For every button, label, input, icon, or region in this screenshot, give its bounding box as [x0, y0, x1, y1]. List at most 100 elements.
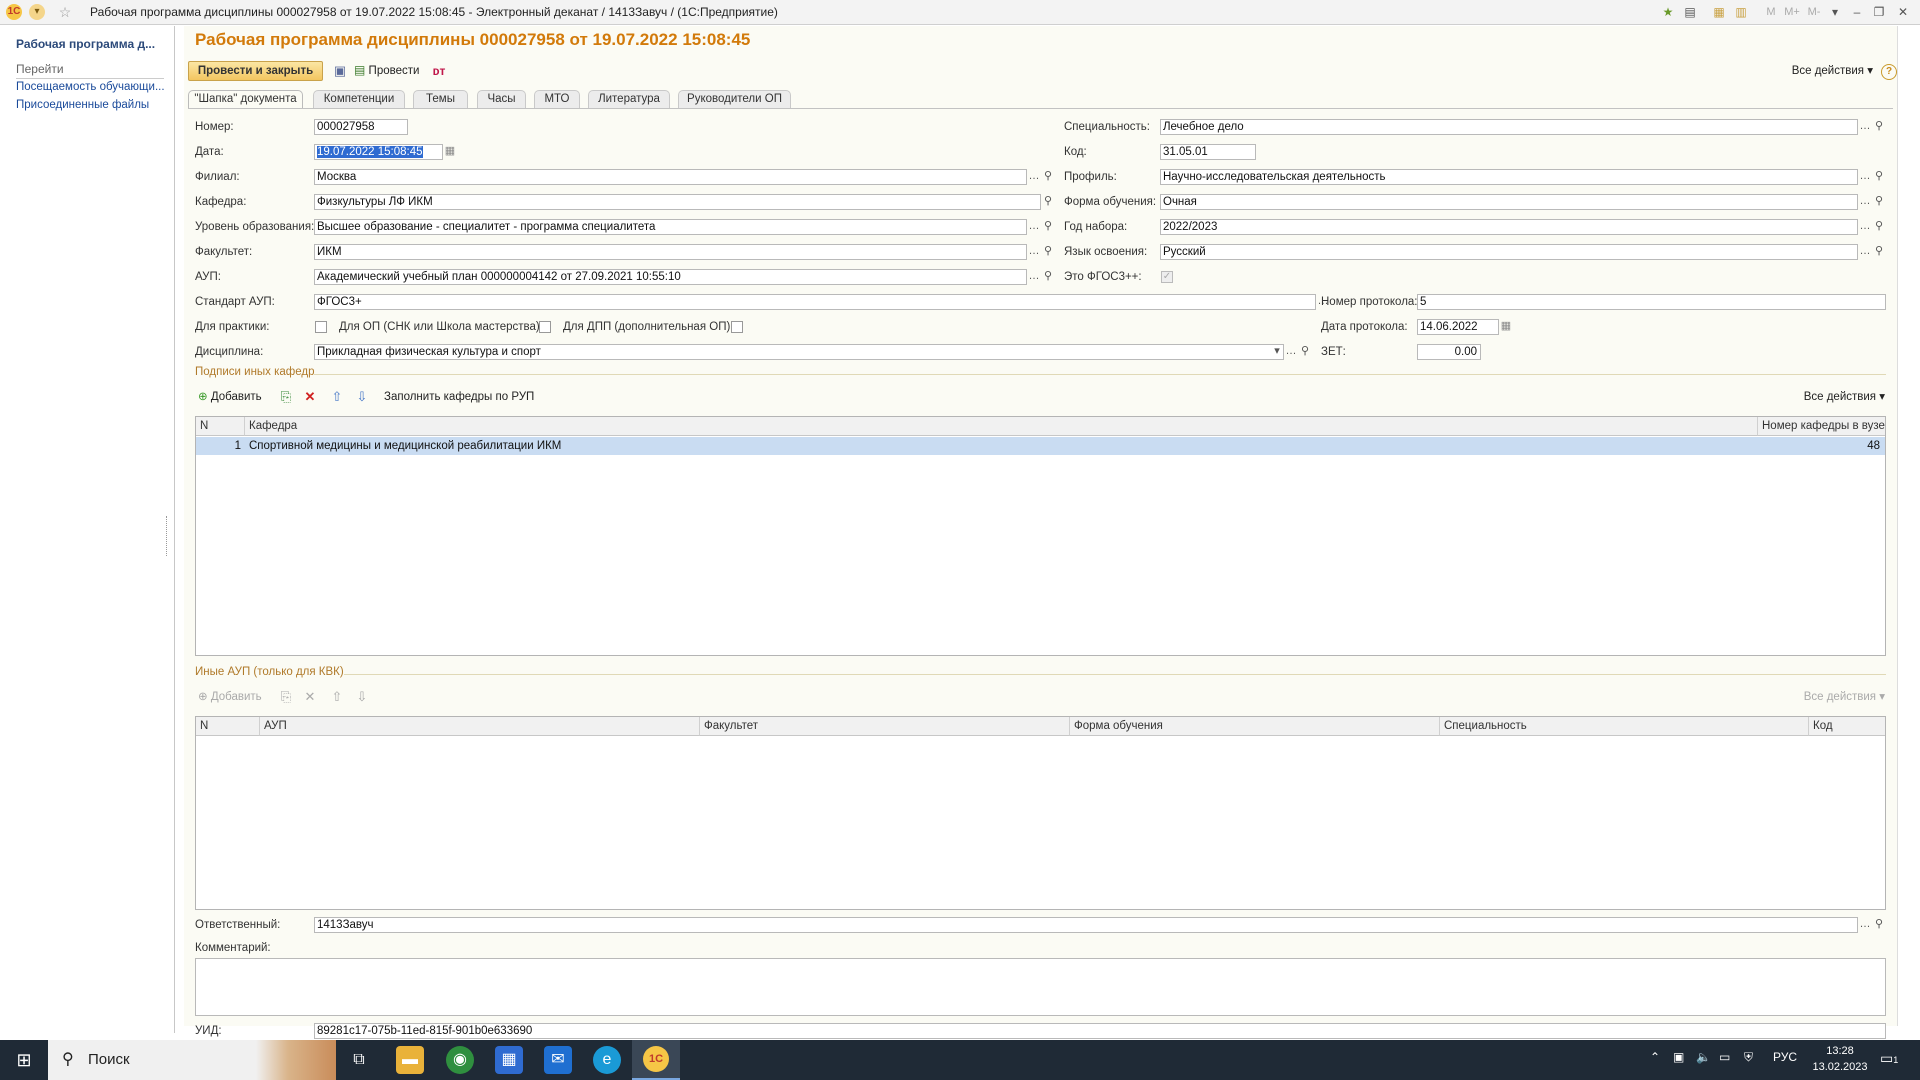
post-button[interactable]: ▤ Провести	[354, 61, 424, 81]
sidebar-link-attendance[interactable]: Посещаемость обучающи...	[16, 81, 166, 93]
file-explorer-icon[interactable]: ▬	[396, 1046, 424, 1074]
select-ellipsis-icon[interactable]: …	[1858, 194, 1872, 210]
enrollment-year-field[interactable]: 2022/2023	[1160, 219, 1858, 235]
tray-device-icon[interactable]: ▣	[1673, 1050, 1684, 1064]
select-ellipsis-icon[interactable]: …	[1858, 119, 1872, 135]
panel-splitter[interactable]	[166, 516, 170, 556]
move-down-icon[interactable]: ⇩	[354, 389, 370, 405]
select-ellipsis-icon[interactable]: …	[1284, 344, 1298, 360]
select-ellipsis-icon[interactable]: …	[1027, 244, 1041, 260]
discipline-field[interactable]: Прикладная физическая культура и спорт	[314, 344, 1284, 360]
open-search-icon[interactable]: ⚲	[1872, 194, 1886, 210]
tab-competencies[interactable]: Компетенции	[313, 90, 405, 108]
favorite-star-icon[interactable]: ☆	[57, 4, 73, 20]
practice-checkbox[interactable]	[315, 321, 327, 333]
post-and-close-button[interactable]: Провести и закрыть	[188, 61, 323, 81]
close-icon[interactable]: ✕	[1894, 3, 1912, 21]
tab-mto[interactable]: МТО	[534, 90, 580, 108]
aup-field[interactable]: Академический учебный план 000000004142 …	[314, 269, 1027, 285]
structure-icon[interactable]: ᴅт	[430, 63, 448, 79]
minimize-icon[interactable]: –	[1848, 3, 1866, 21]
faculty-field[interactable]: ИКМ	[314, 244, 1027, 260]
column-header-speciality[interactable]: Специальность	[1440, 717, 1809, 736]
protocol-date-field[interactable]: 14.06.2022	[1417, 319, 1499, 335]
language-field[interactable]: Русский	[1160, 244, 1858, 260]
open-search-icon[interactable]: ⚲	[1041, 219, 1055, 235]
taskbar-search-box[interactable]: ⚲ Поиск	[48, 1040, 336, 1080]
open-search-icon[interactable]: ⚲	[1872, 219, 1886, 235]
store-icon[interactable]: ▦	[495, 1046, 523, 1074]
copy-icon[interactable]: ⎘	[278, 689, 294, 705]
column-header-department[interactable]: Кафедра	[245, 417, 1758, 436]
column-header-study-form[interactable]: Форма обучения	[1070, 717, 1440, 736]
1c-app-icon[interactable]: 1С	[6, 4, 22, 20]
chevron-down-icon[interactable]: ▾	[1270, 344, 1284, 360]
select-ellipsis-icon[interactable]: …	[1858, 244, 1872, 260]
signatures-table[interactable]: N Кафедра Номер кафедры в вузе 1 Спортив…	[195, 416, 1886, 656]
other-aup-all-actions-menu[interactable]: Все действия ▾	[1804, 689, 1885, 705]
fill-departments-button[interactable]: Заполнить кафедры по РУП	[384, 389, 534, 405]
save-icon[interactable]: ▣	[332, 63, 348, 79]
open-search-icon[interactable]: ⚲	[1872, 917, 1886, 933]
open-search-icon[interactable]: ⚲	[1298, 344, 1312, 360]
memory-minus-button[interactable]: M-	[1805, 3, 1823, 21]
volume-icon[interactable]: 🔈	[1696, 1050, 1711, 1064]
select-ellipsis-icon[interactable]: …	[1858, 917, 1872, 933]
date-field[interactable]: 19.07.2022 15:08:45	[314, 144, 443, 160]
edge-icon[interactable]: e	[593, 1046, 621, 1074]
calculator-icon[interactable]: ▦	[1710, 3, 1728, 21]
aup-standard-field[interactable]: ФГОС3+	[314, 294, 1316, 310]
add-signature-button[interactable]: ⊕ Добавить	[198, 389, 262, 405]
copy-icon[interactable]: ⎘	[278, 389, 294, 405]
uid-field[interactable]: 89281c17-075b-11ed-815f-901b0e633690	[314, 1023, 1886, 1039]
zet-field[interactable]: 0.00	[1417, 344, 1481, 360]
tab-topics[interactable]: Темы	[413, 90, 468, 108]
tab-literature[interactable]: Литература	[588, 90, 670, 108]
sidebar-link-attached-files[interactable]: Присоединенные файлы	[16, 99, 166, 111]
delete-icon[interactable]: ✕	[302, 689, 318, 705]
column-header-dept-number[interactable]: Номер кафедры в вузе	[1758, 417, 1885, 436]
table-row[interactable]: 1 Спортивной медицины и медицинской реаб…	[196, 437, 1885, 455]
notifications-icon[interactable]: ▭1	[1880, 1050, 1898, 1067]
calendar-icon[interactable]: ▥	[1732, 3, 1750, 21]
network-icon[interactable]: ▭	[1719, 1050, 1730, 1064]
open-search-icon[interactable]: ⚲	[1872, 119, 1886, 135]
chrome-icon[interactable]: ◉	[446, 1046, 474, 1074]
antivirus-icon[interactable]: ⛨	[1744, 1050, 1753, 1065]
help-icon[interactable]: ?	[1881, 64, 1897, 80]
all-actions-menu[interactable]: Все действия ▾	[1792, 62, 1873, 82]
comment-textarea[interactable]	[195, 958, 1886, 1016]
task-view-icon[interactable]: ⧉	[345, 1046, 373, 1074]
add-aup-button[interactable]: ⊕ Добавить	[198, 689, 262, 705]
branch-field[interactable]: Москва	[314, 169, 1027, 185]
column-header-aup[interactable]: АУП	[260, 717, 700, 736]
tray-chevron-icon[interactable]: ⌃	[1650, 1050, 1660, 1064]
dpp-checkbox[interactable]	[731, 321, 743, 333]
code-field[interactable]: 31.05.01	[1160, 144, 1256, 160]
open-search-icon[interactable]: ⚲	[1041, 194, 1055, 210]
select-ellipsis-icon[interactable]: …	[1027, 169, 1041, 185]
tab-header[interactable]: "Шапка" документа	[188, 90, 303, 109]
chevron-down-icon[interactable]: ▾	[1826, 3, 1844, 21]
select-ellipsis-icon[interactable]: …	[1027, 269, 1041, 285]
mail-icon[interactable]: ✉	[544, 1046, 572, 1074]
menu-dropdown-icon[interactable]: ▾	[29, 4, 45, 20]
language-indicator[interactable]: РУС	[1773, 1050, 1797, 1064]
memory-m-button[interactable]: M	[1762, 3, 1780, 21]
column-header-faculty[interactable]: Факультет	[700, 717, 1070, 736]
clock[interactable]: 13:28 13.02.2023	[1810, 1043, 1870, 1075]
open-search-icon[interactable]: ⚲	[1041, 269, 1055, 285]
tab-hours[interactable]: Часы	[477, 90, 526, 108]
move-up-icon[interactable]: ⇧	[329, 689, 345, 705]
op-checkbox[interactable]	[539, 321, 551, 333]
profile-field[interactable]: Научно-исследовательская деятельность	[1160, 169, 1858, 185]
open-search-icon[interactable]: ⚲	[1872, 169, 1886, 185]
education-level-field[interactable]: Высшее образование - специалитет - прогр…	[314, 219, 1027, 235]
select-ellipsis-icon[interactable]: …	[1858, 219, 1872, 235]
protocol-number-field[interactable]: 5	[1417, 294, 1886, 310]
calendar-icon[interactable]: ▦	[443, 144, 457, 160]
open-search-icon[interactable]: ⚲	[1872, 244, 1886, 260]
column-header-n[interactable]: N	[196, 417, 245, 436]
favorites-add-icon[interactable]: ★	[1659, 3, 1677, 21]
speciality-field[interactable]: Лечебное дело	[1160, 119, 1858, 135]
